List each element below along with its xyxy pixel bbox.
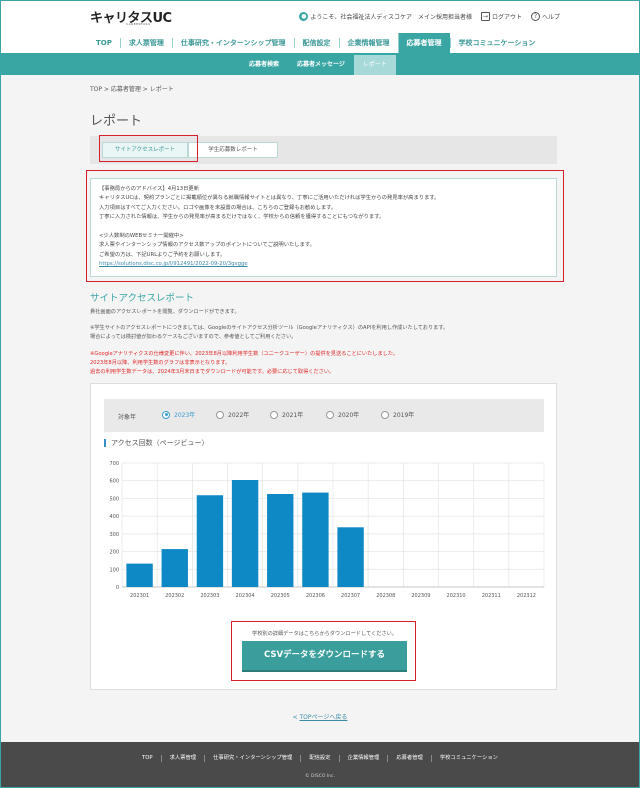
logout-icon[interactable]: →	[480, 12, 490, 21]
main-nav-item[interactable]: 配信設定	[293, 38, 339, 48]
section-title: サイトアクセスレポート	[90, 293, 195, 304]
radio-icon	[216, 410, 224, 419]
user-icon: ●	[299, 12, 309, 21]
help-icon[interactable]: ?	[530, 12, 540, 21]
y-tick-label: 500	[109, 496, 119, 502]
main-nav-item[interactable]: 仕事研究・インターンシップ管理	[171, 38, 294, 48]
x-tick-label: 202310	[447, 593, 466, 599]
y-tick-label: 200	[109, 550, 119, 556]
site-header: キャリタスUC CAREERTASU ● ようこそ、社会福祉法人ディスコケア メ…	[90, 5, 560, 27]
footer-nav-item[interactable]: 求人票管理	[160, 755, 205, 762]
bar-202302	[161, 549, 188, 587]
bar-202303	[196, 495, 224, 587]
download-section: 学校別の詳細データはこちらからダウンロードしてください。 CSVデータをダウンロ…	[231, 621, 416, 681]
sub-nav-item[interactable]: 応募者メッセージ	[288, 55, 354, 75]
y-tick-label: 100	[109, 567, 119, 573]
sub-nav: 応募者検索 応募者メッセージ レポート	[0, 55, 640, 75]
download-note: 学校別の詳細データはこちらからダウンロードしてください。	[252, 631, 397, 637]
main-nav-item[interactable]: 企業情報管理	[338, 38, 398, 48]
bar-202304	[231, 480, 259, 587]
year-filter-label: 対象年	[118, 414, 137, 421]
page-title: レポート	[90, 114, 143, 129]
help-link[interactable]: ヘルプ	[542, 12, 560, 21]
y-tick-label: 400	[109, 514, 119, 520]
main-nav-item[interactable]: 学校コミュニケーション	[449, 38, 544, 48]
y-tick-label: 600	[109, 479, 119, 485]
x-tick-label: 202304	[236, 593, 255, 599]
x-tick-label: 202307	[341, 593, 360, 599]
section-description: 貴社画面のアクセスレポートを閲覧、ダウンロードができます。	[90, 309, 240, 315]
footer: TOP 求人票管理 仕事研究・インターンシップ管理 配信設定 企業情報管理 応募者管理 学校…	[1, 742, 639, 787]
x-tick-label: 202308	[376, 593, 395, 599]
year-filter: 対象年 2023年 2022年 2021年 2020年 2019年	[104, 399, 544, 432]
welcome-text: ようこそ、社会福祉法人ディスコケア メイン採用担当者様	[310, 14, 472, 21]
pageview-bar-chart: 0 100 200 300 400 500 600 700 202301 202302 202303…	[109, 461, 545, 599]
x-tick-label: 202306	[306, 593, 325, 599]
highlight-box-tab	[99, 135, 198, 162]
footer-nav-item[interactable]: 応募者管理	[387, 755, 431, 762]
section-note: 場合によっては検討値が加わるケースもございますので、参考値としてご利用ください。	[90, 334, 297, 340]
warning-text: 過去の利用学生数データは、2024年3月末日までダウンロードが可能です。必要に応…	[90, 369, 335, 375]
x-tick-label: 202312	[517, 593, 536, 599]
logout-link[interactable]: ログアウト	[492, 12, 522, 21]
footer-nav-item[interactable]: TOP	[134, 755, 161, 762]
main-nav-item[interactable]: TOP	[88, 38, 120, 48]
x-tick-label: 202309	[411, 593, 430, 599]
breadcrumb: TOP > 応募者管理 > レポート	[90, 86, 174, 93]
y-tick-label: 700	[109, 461, 119, 467]
bar-202305	[267, 494, 294, 587]
bar-202307	[337, 527, 364, 587]
x-tick-label: 202305	[271, 593, 290, 599]
sub-nav-item[interactable]: レポート	[353, 55, 396, 75]
footer-nav-item[interactable]: 学校コミュニケーション	[430, 755, 506, 762]
year-radio-2020[interactable]: 2020年	[326, 410, 359, 419]
sub-nav-item[interactable]: 応募者検索	[240, 55, 288, 75]
logo-subtitle: CAREERTASU	[126, 22, 151, 26]
main-nav-item[interactable]: 応募者管理	[397, 33, 450, 53]
x-tick-label: 202301	[130, 593, 149, 599]
year-radio-2019[interactable]: 2019年	[381, 410, 414, 419]
year-radio-2021[interactable]: 2021年	[270, 410, 303, 419]
back-to-top-link[interactable]: < TOPページへ戻る	[0, 712, 640, 721]
y-tick-label: 0	[116, 585, 119, 591]
footer-nav-item[interactable]: 企業情報管理	[338, 755, 388, 762]
footer-nav-item[interactable]: 配信設定	[300, 755, 338, 762]
footer-nav-item[interactable]: 仕事研究・インターンシップ管理	[204, 755, 300, 762]
radio-icon	[270, 410, 278, 419]
chart-title: アクセス回数（ページビュー）	[104, 439, 209, 447]
x-tick-label: 202311	[482, 593, 501, 599]
utility-links: ● ようこそ、社会福祉法人ディスコケア メイン採用担当者様 → ログアウト ? …	[299, 12, 560, 21]
radio-icon	[162, 410, 170, 419]
main-nav-item[interactable]: 求人票管理	[119, 38, 172, 48]
radio-icon	[326, 410, 334, 419]
radio-icon	[381, 410, 389, 419]
highlight-box-advice	[86, 170, 564, 282]
bar-202306	[302, 492, 329, 587]
x-tick-label: 202303	[200, 593, 219, 599]
year-radio-2022[interactable]: 2022年	[216, 410, 249, 419]
bar-202301	[126, 563, 153, 587]
back-to-top-label[interactable]: TOPページへ戻る	[300, 714, 348, 721]
warning-text: ※Googleアナリティクスの仕様変更に伴い、2023年8月以降利用学生数（ユニ…	[90, 351, 399, 357]
warning-text: 2023年8月以降、利用学生数のグラフは非表示となります。	[90, 360, 231, 366]
copyright: © DISCO Inc.	[305, 774, 335, 779]
csv-download-button[interactable]: CSVデータをダウンロードする	[242, 641, 407, 672]
x-tick-label: 202302	[165, 593, 184, 599]
main-nav: TOP 求人票管理 仕事研究・インターンシップ管理 配信設定 企業情報管理 応募者管理 学校…	[0, 33, 640, 55]
section-note: ※学生サイトのアクセスレポートにつきましては、Googleのサイトアクセス分析ツ…	[90, 325, 449, 331]
y-tick-label: 300	[109, 532, 119, 538]
year-radio-2023[interactable]: 2023年	[162, 410, 195, 419]
tab-applicant-report[interactable]: 学生応募数レポート	[188, 142, 278, 158]
